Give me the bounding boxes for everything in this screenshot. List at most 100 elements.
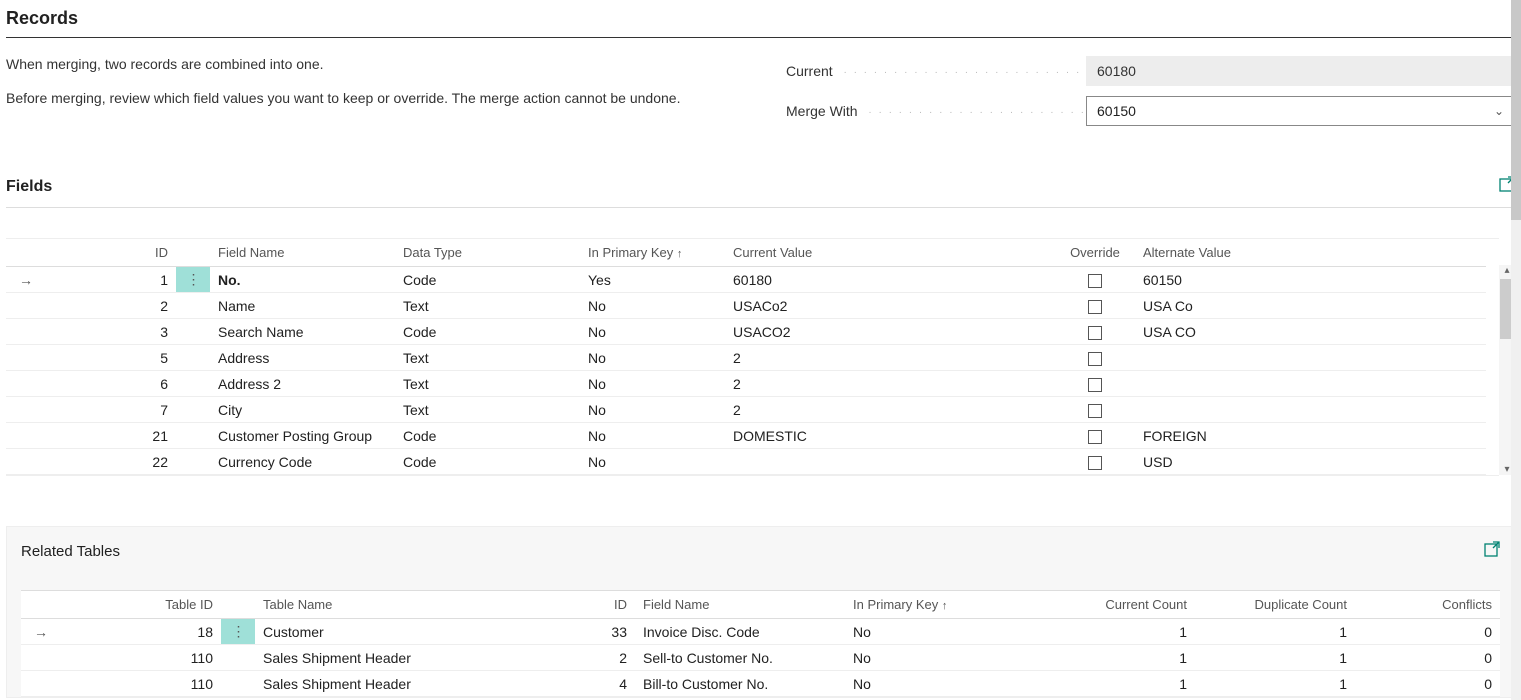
row-indicator [6,293,46,319]
row-menu[interactable] [221,645,255,671]
cell-id: 5 [46,345,176,371]
cell-data-type: Text [395,345,580,371]
col-conflicts[interactable]: Conflicts [1355,591,1500,619]
table-row[interactable]: →1⋮No.CodeYes6018060150 [6,267,1486,293]
cell-override[interactable] [1055,293,1135,319]
col-table-id[interactable]: Table ID [61,591,221,619]
instruction-line-1: When merging, two records are combined i… [6,56,746,72]
col-field-name[interactable]: Field Name [635,591,845,619]
row-menu[interactable] [221,671,255,697]
col-in-primary-key[interactable]: In Primary Key ↑ [580,239,725,267]
fields-grid: ID Field Name Data Type In Primary Key ↑… [6,238,1499,476]
table-row[interactable]: 21Customer Posting GroupCodeNoDOMESTICFO… [6,423,1486,449]
expand-icon[interactable] [1484,541,1500,562]
cell-table-id: 110 [61,671,221,697]
table-row[interactable]: 2NameTextNoUSACo2USA Co [6,293,1486,319]
page-scrollbar[interactable] [1511,0,1521,700]
cell-in-primary-key: No [580,397,725,423]
table-row[interactable]: 7CityTextNo2 [6,397,1486,423]
col-id[interactable]: ID [575,591,635,619]
col-field-name[interactable]: Field Name [210,239,395,267]
cell-field-name: Search Name [210,319,395,345]
cell-field-name: City [210,397,395,423]
cell-current-value: DOMESTIC [725,423,1055,449]
cell-alternate-value: 60150 [1135,267,1486,293]
row-menu[interactable]: ⋮ [221,619,255,645]
cell-data-type: Code [395,319,580,345]
records-body: When merging, two records are combined i… [6,56,1515,136]
col-in-primary-key[interactable]: In Primary Key ↑ [845,591,1045,619]
related-header-row: Table ID Table Name ID Field Name In Pri… [21,591,1500,619]
cell-override[interactable] [1055,319,1135,345]
table-row[interactable]: →18⋮Customer33Invoice Disc. CodeNo110 [21,619,1500,645]
row-indicator [6,345,46,371]
cell-override[interactable] [1055,345,1135,371]
cell-current-value: 2 [725,397,1055,423]
fields-header-row: ID Field Name Data Type In Primary Key ↑… [6,239,1486,267]
col-alternate-value[interactable]: Alternate Value [1135,239,1486,267]
cell-field-name: Currency Code [210,449,395,475]
override-checkbox[interactable] [1088,326,1102,340]
cell-field-name: Bill-to Customer No. [635,671,845,697]
cell-override[interactable] [1055,267,1135,293]
table-row[interactable]: 110Sales Shipment Header4Bill-to Custome… [21,671,1500,697]
cell-field-name: Customer Posting Group [210,423,395,449]
table-row[interactable]: 110Sales Shipment Header2Sell-to Custome… [21,645,1500,671]
merge-with-label: Merge With [786,103,1086,119]
record-selectors: Current 60180 Merge With 60150 ⌄ [786,56,1515,136]
override-checkbox[interactable] [1088,430,1102,444]
override-checkbox[interactable] [1088,404,1102,418]
row-menu[interactable]: ⋮ [176,267,210,293]
table-row[interactable]: 22Currency CodeCodeNoUSD [6,449,1486,475]
page-scroll-thumb[interactable] [1511,0,1521,220]
row-menu[interactable] [176,397,210,423]
cell-field-name: Address [210,345,395,371]
cell-current-count: 1 [1045,671,1195,697]
table-row[interactable]: 6Address 2TextNo2 [6,371,1486,397]
override-checkbox[interactable] [1088,456,1102,470]
override-checkbox[interactable] [1088,300,1102,314]
cell-id: 3 [46,319,176,345]
row-menu[interactable] [176,319,210,345]
merge-with-value: 60150 [1097,103,1136,119]
col-id[interactable]: ID [46,239,176,267]
override-checkbox[interactable] [1088,352,1102,366]
cell-id: 6 [46,371,176,397]
row-menu[interactable] [176,345,210,371]
more-icon: ⋮ [187,271,200,287]
cell-current-value: 2 [725,345,1055,371]
cell-id: 22 [46,449,176,475]
cell-field-name: Name [210,293,395,319]
cell-table-id: 110 [61,645,221,671]
scroll-up-icon[interactable]: ▴ [1504,265,1509,276]
col-override[interactable]: Override [1055,239,1135,267]
scroll-down-icon[interactable]: ▾ [1504,464,1509,475]
row-menu[interactable] [176,423,210,449]
cell-override[interactable] [1055,449,1135,475]
cell-override[interactable] [1055,397,1135,423]
row-menu[interactable] [176,293,210,319]
cell-override[interactable] [1055,423,1135,449]
instruction-line-2: Before merging, review which field value… [6,90,746,106]
cell-current-count: 1 [1045,645,1195,671]
cell-table-name: Customer [255,619,575,645]
col-duplicate-count[interactable]: Duplicate Count [1195,591,1355,619]
col-table-name[interactable]: Table Name [255,591,575,619]
cell-override[interactable] [1055,371,1135,397]
override-checkbox[interactable] [1088,378,1102,392]
row-menu[interactable] [176,371,210,397]
table-row[interactable]: 5AddressTextNo2 [6,345,1486,371]
related-tables-title: Related Tables [21,543,120,560]
cell-id: 1 [46,267,176,293]
merge-with-dropdown[interactable]: 60150 ⌄ [1086,96,1515,126]
table-row[interactable]: 3Search NameCodeNoUSACO2USA CO [6,319,1486,345]
col-data-type[interactable]: Data Type [395,239,580,267]
col-current-value[interactable]: Current Value [725,239,1055,267]
cell-id: 2 [575,645,635,671]
override-checkbox[interactable] [1088,274,1102,288]
cell-data-type: Code [395,423,580,449]
fields-header: Fields [6,176,1515,208]
col-current-count[interactable]: Current Count [1045,591,1195,619]
cell-data-type: Code [395,267,580,293]
row-menu[interactable] [176,449,210,475]
